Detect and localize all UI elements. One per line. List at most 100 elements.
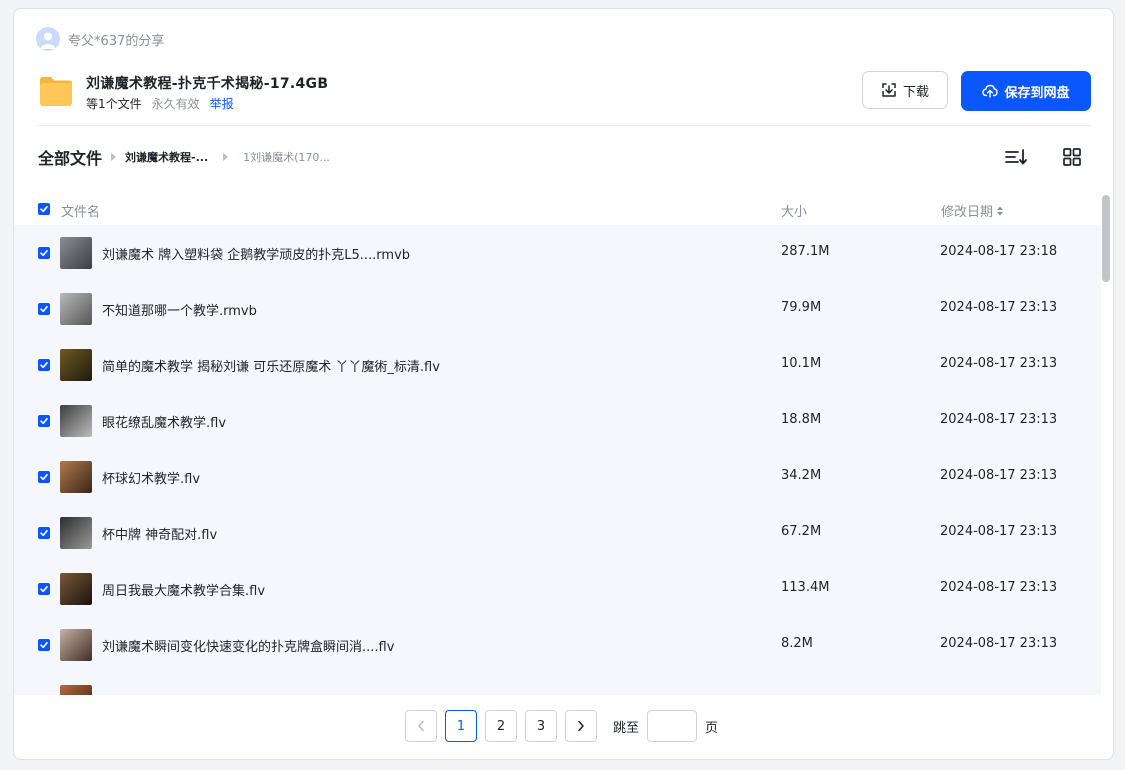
chevron-right-icon [578, 720, 584, 732]
table-row[interactable] [14, 673, 1101, 695]
folder-icon [40, 77, 72, 106]
file-size: 10.1M [781, 356, 822, 371]
breadcrumb-arrow-icon [223, 153, 229, 161]
file-size: 113.4M [781, 580, 830, 595]
page-button[interactable]: 2 [485, 710, 517, 742]
breadcrumb: 全部文件 刘谦魔术教程-... 1刘谦魔术(170... [38, 145, 330, 169]
breadcrumb-root[interactable]: 全部文件 [38, 145, 102, 169]
check-icon [40, 306, 48, 313]
breadcrumb-current: 1刘谦魔术(170... [243, 151, 330, 164]
jump-label: 跳至 [613, 720, 640, 736]
grid-view-icon[interactable] [1061, 146, 1083, 168]
file-name[interactable]: 简单的魔术教学 揭秘刘谦 可乐还原魔术 丫丫魔術_标清.flv [102, 356, 440, 375]
video-thumbnail [60, 685, 92, 695]
table-row[interactable]: 刘谦魔术瞬间变化快速变化的扑克牌盒瞬间消....flv 8.2M 2024-08… [14, 617, 1101, 673]
file-date: 2024-08-17 23:13 [940, 412, 1058, 427]
video-thumbnail [60, 573, 92, 605]
page-unit-label: 页 [705, 720, 719, 736]
table-row[interactable]: 周日我最大魔术教学合集.flv 113.4M 2024-08-17 23:13 [14, 561, 1101, 617]
file-name[interactable]: 刘谦魔术瞬间变化快速变化的扑克牌盒瞬间消....flv [102, 636, 394, 655]
check-icon [40, 362, 48, 369]
validity-text: 永久有效 [151, 97, 200, 111]
check-icon [40, 642, 48, 649]
save-label: 保存到网盘 [1004, 85, 1070, 101]
table-row[interactable]: 眼花缭乱魔术教学.flv 18.8M 2024-08-17 23:13 [14, 393, 1101, 449]
video-thumbnail [60, 517, 92, 549]
sort-list-icon[interactable] [1004, 146, 1028, 168]
table-row[interactable]: 简单的魔术教学 揭秘刘谦 可乐还原魔术 丫丫魔術_标清.flv 10.1M 20… [14, 337, 1101, 393]
download-label: 下载 [902, 84, 929, 100]
share-meta: 等1个文件 永久有效 举报 [86, 95, 234, 112]
video-thumbnail [60, 405, 92, 437]
file-name[interactable]: 刘谦魔术 牌入塑料袋 企鹅教学顽皮的扑克L5....rmvb [102, 244, 410, 263]
file-list: 刘谦魔术 牌入塑料袋 企鹅教学顽皮的扑克L5....rmvb 287.1M 20… [14, 225, 1101, 695]
file-date: 2024-08-17 23:13 [940, 524, 1058, 539]
table-row[interactable]: 杯球幻术教学.flv 34.2M 2024-08-17 23:13 [14, 449, 1101, 505]
file-date: 2024-08-17 23:13 [940, 580, 1058, 595]
file-size: 18.8M [781, 412, 822, 427]
row-checkbox[interactable] [38, 359, 50, 371]
row-checkbox[interactable] [38, 303, 50, 315]
column-header-date-label: 修改日期 [941, 205, 994, 220]
user-icon [40, 32, 56, 49]
file-size: 67.2M [781, 524, 822, 539]
column-header-size: 大小 [781, 205, 808, 220]
file-date: 2024-08-17 23:13 [940, 636, 1058, 651]
check-icon [40, 530, 48, 537]
file-name[interactable]: 周日我最大魔术教学合集.flv [102, 580, 265, 599]
video-thumbnail [60, 237, 92, 269]
file-name[interactable]: 杯中牌 神奇配对.flv [102, 524, 217, 543]
video-thumbnail [60, 629, 92, 661]
table-row[interactable]: 杯中牌 神奇配对.flv 67.2M 2024-08-17 23:13 [14, 505, 1101, 561]
download-button[interactable]: 下载 [862, 71, 948, 109]
check-icon [40, 206, 48, 213]
row-checkbox[interactable] [38, 415, 50, 427]
row-checkbox[interactable] [38, 247, 50, 259]
sort-icon [997, 206, 1004, 215]
prev-page-button[interactable] [405, 710, 437, 742]
file-size: 8.2M [781, 636, 813, 651]
sharer-info: 夸父*637的分享 [36, 27, 164, 51]
scrollbar[interactable] [1102, 195, 1110, 282]
chevron-left-icon [418, 720, 424, 732]
file-date: 2024-08-17 23:13 [940, 468, 1058, 483]
cloud-upload-icon [982, 84, 999, 98]
breadcrumb-item[interactable]: 刘谦魔术教程-... [125, 149, 208, 165]
jump-page-input[interactable] [647, 710, 698, 742]
avatar [36, 27, 60, 51]
file-name[interactable]: 不知道那哪一个教学.rmvb [102, 300, 257, 319]
table-row[interactable]: 刘谦魔术 牌入塑料袋 企鹅教学顽皮的扑克L5....rmvb 287.1M 20… [14, 225, 1101, 281]
column-header-date[interactable]: 修改日期 [941, 201, 1004, 220]
check-icon [40, 586, 48, 593]
file-date: 2024-08-17 23:18 [940, 244, 1058, 259]
sharer-name: 夸父*637的分享 [68, 33, 165, 49]
breadcrumb-arrow-icon [111, 153, 117, 161]
check-icon [40, 250, 48, 257]
file-size: 34.2M [781, 468, 822, 483]
share-title: 刘谦魔术教程-扑克千术揭秘-17.4GB [86, 76, 329, 92]
share-card: 夸父*637的分享 刘谦魔术教程-扑克千术揭秘-17.4GB 等1个文件 永久有… [13, 8, 1114, 760]
next-page-button[interactable] [565, 710, 597, 742]
file-size: 79.9M [781, 300, 822, 315]
row-checkbox[interactable] [38, 583, 50, 595]
file-name[interactable]: 杯球幻术教学.flv [102, 468, 200, 487]
file-count: 等1个文件 [86, 97, 142, 111]
table-row[interactable]: 不知道那哪一个教学.rmvb 79.9M 2024-08-17 23:13 [14, 281, 1101, 337]
report-link[interactable]: 举报 [210, 95, 234, 112]
column-header-name: 文件名 [61, 205, 101, 220]
select-all-checkbox[interactable] [38, 203, 50, 215]
page-button[interactable]: 3 [525, 710, 557, 742]
pagination: 1 2 3 跳至 页 [405, 710, 718, 742]
video-thumbnail [60, 293, 92, 325]
check-icon [40, 418, 48, 425]
row-checkbox[interactable] [38, 639, 50, 651]
save-to-drive-button[interactable]: 保存到网盘 [961, 71, 1091, 111]
file-name[interactable]: 眼花缭乱魔术教学.flv [102, 412, 226, 431]
file-date: 2024-08-17 23:13 [940, 356, 1058, 371]
download-icon [882, 83, 896, 97]
row-checkbox[interactable] [38, 527, 50, 539]
file-date: 2024-08-17 23:13 [940, 300, 1058, 315]
video-thumbnail [60, 461, 92, 493]
page-button[interactable]: 1 [445, 710, 477, 742]
row-checkbox[interactable] [38, 471, 50, 483]
